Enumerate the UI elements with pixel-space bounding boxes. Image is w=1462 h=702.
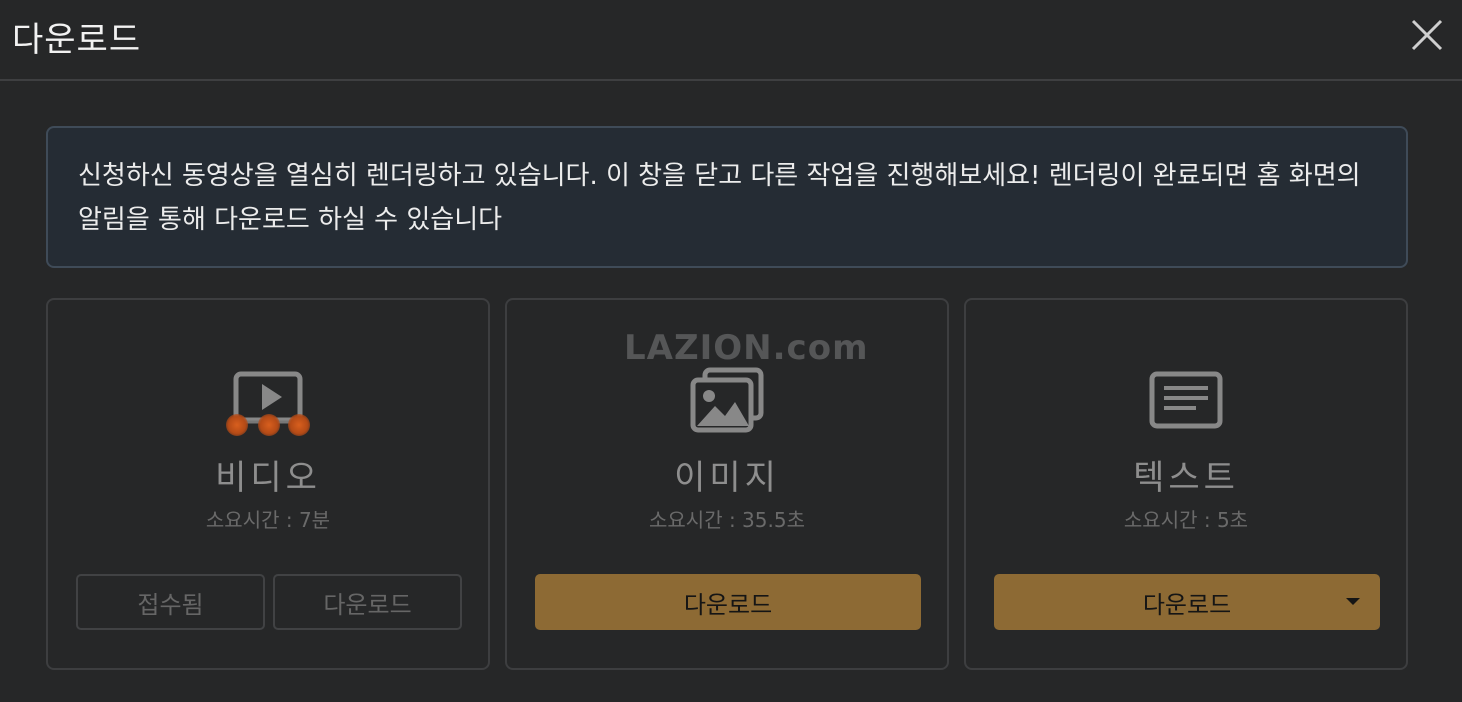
- loading-dot: [226, 414, 248, 436]
- dialog-title: 다운로드: [12, 20, 142, 60]
- close-icon[interactable]: [1408, 16, 1446, 54]
- card-duration: 소요시간 : 35.5초: [649, 508, 805, 532]
- image-gallery-icon: [690, 367, 764, 433]
- card-duration: 소요시간 : 5초: [1123, 508, 1249, 532]
- dialog-header: 다운로드: [0, 0, 1462, 81]
- card-title: 텍스트: [1133, 458, 1239, 498]
- text-card: 텍스트 소요시간 : 5초 다운로드: [964, 298, 1408, 670]
- chevron-down-icon[interactable]: [1346, 598, 1360, 605]
- card-duration: 소요시간 : 7분: [205, 508, 331, 532]
- card-title: 이미지: [674, 458, 780, 498]
- text-document-icon: [1149, 371, 1223, 429]
- image-download-button[interactable]: 다운로드: [535, 574, 921, 630]
- notice-text: 신청하신 동영상을 열심히 렌더링하고 있습니다. 이 창을 닫고 다른 작업을…: [78, 161, 1361, 235]
- watermark: LAZION.com: [624, 328, 869, 368]
- text-download-button[interactable]: 다운로드: [994, 574, 1380, 630]
- loading-dot: [288, 414, 310, 436]
- received-button[interactable]: 접수됨: [76, 574, 265, 630]
- card-title: 비디오: [215, 458, 321, 498]
- button-label: 다운로드: [1142, 590, 1232, 619]
- rendering-notice: 신청하신 동영상을 열심히 렌더링하고 있습니다. 이 창을 닫고 다른 작업을…: [46, 126, 1408, 268]
- video-card: 비디오 소요시간 : 7분 접수됨 다운로드: [46, 298, 490, 670]
- loading-dot: [258, 414, 280, 436]
- video-download-button[interactable]: 다운로드: [273, 574, 462, 630]
